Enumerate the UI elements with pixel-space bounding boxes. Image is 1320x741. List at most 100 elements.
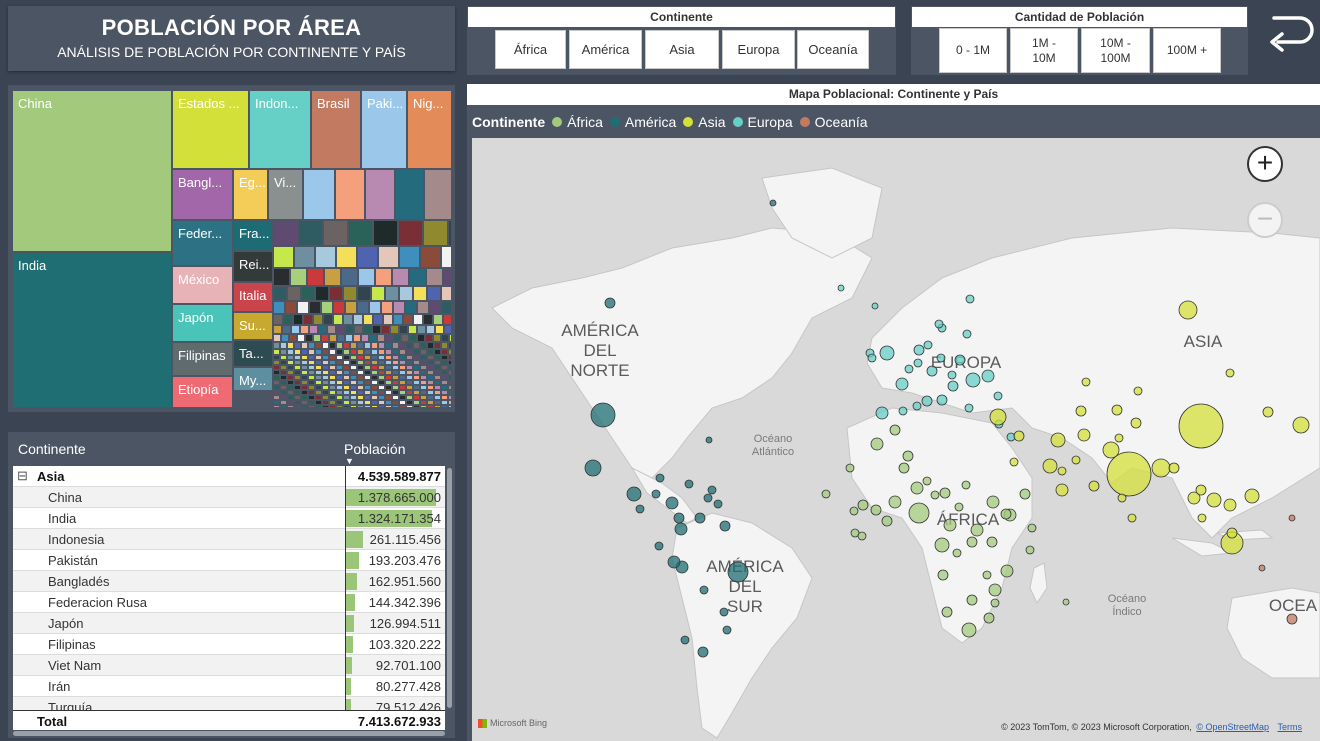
population-bubble[interactable] <box>635 504 645 514</box>
treemap-cell-small[interactable] <box>371 342 378 349</box>
treemap-cell-small[interactable] <box>393 314 403 325</box>
treemap-cell-small[interactable] <box>341 268 358 286</box>
treemap-cell-small[interactable] <box>293 314 303 325</box>
treemap-cell-small[interactable] <box>385 342 392 349</box>
horizontal-scrollbar[interactable] <box>13 731 445 736</box>
treemap-cell-small[interactable] <box>309 301 321 314</box>
treemap-cell-small[interactable] <box>336 246 357 268</box>
treemap-cell-small[interactable] <box>409 334 417 342</box>
treemap-cell-small[interactable] <box>273 314 283 325</box>
population-bubble[interactable] <box>707 485 717 495</box>
treemap-cell-small[interactable] <box>426 268 443 286</box>
population-bubble[interactable] <box>857 531 867 541</box>
population-bubble[interactable] <box>1178 300 1198 320</box>
treemap-cell-small[interactable] <box>301 286 315 301</box>
population-bubble[interactable] <box>590 402 616 428</box>
treemap-cell-small[interactable] <box>322 342 329 349</box>
population-bubble[interactable] <box>654 541 664 551</box>
population-bubble[interactable] <box>970 523 984 537</box>
population-bubble[interactable] <box>964 403 974 413</box>
treemap-cell-small[interactable] <box>315 405 322 408</box>
population-bubble[interactable] <box>673 512 685 524</box>
treemap-cell-small[interactable] <box>308 405 315 408</box>
collapse-icon[interactable]: ⊟ <box>17 468 28 484</box>
population-bubble[interactable] <box>913 344 925 356</box>
treemap-cell-small[interactable] <box>273 246 294 268</box>
treemap-cell-small[interactable] <box>420 342 427 349</box>
population-bubble[interactable] <box>1077 428 1091 442</box>
population-bubble[interactable] <box>674 522 688 536</box>
population-bubble[interactable] <box>1013 430 1025 442</box>
treemap-cell-small[interactable] <box>375 268 392 286</box>
population-bubble[interactable] <box>910 481 924 495</box>
treemap-cell-small[interactable] <box>399 405 406 408</box>
population-bubble[interactable] <box>898 462 910 474</box>
population-bubble[interactable] <box>1088 480 1100 492</box>
treemap-cell-small[interactable] <box>441 301 452 314</box>
treemap-cell-small[interactable] <box>441 286 452 301</box>
population-bubble[interactable] <box>954 354 966 366</box>
population-bubble[interactable] <box>902 450 914 462</box>
population-bubble[interactable] <box>1262 406 1274 418</box>
treemap-cell-small[interactable] <box>443 268 452 286</box>
treemap-cell-small[interactable] <box>285 301 297 314</box>
population-bubble[interactable] <box>961 480 971 490</box>
treemap-cell-small[interactable] <box>298 220 323 246</box>
treemap-cell-small[interactable] <box>336 342 343 349</box>
population-bubble[interactable] <box>939 487 951 499</box>
slicer-option-africa[interactable]: África <box>495 30 566 69</box>
treemap-cell-india[interactable]: India <box>12 252 172 408</box>
treemap-cell-small[interactable] <box>363 325 372 334</box>
treemap-cell-small[interactable] <box>297 334 305 342</box>
treemap-cell-small[interactable] <box>441 342 448 349</box>
population-bubble[interactable] <box>888 495 902 509</box>
population-bubble[interactable] <box>926 365 938 377</box>
treemap-cell-small[interactable] <box>357 342 364 349</box>
treemap-cell-small[interactable] <box>280 342 287 349</box>
treemap-cell-japon[interactable]: Japón <box>172 304 233 342</box>
table-row[interactable]: Turquía 79.512.426 <box>13 697 445 710</box>
population-bubble[interactable] <box>1292 416 1310 434</box>
population-bubble[interactable] <box>867 353 877 363</box>
population-bubble[interactable] <box>665 496 679 510</box>
population-bubble[interactable] <box>965 372 981 388</box>
population-bubble[interactable] <box>1009 457 1019 467</box>
population-bubble[interactable] <box>947 380 959 392</box>
population-bubble[interactable] <box>936 353 946 363</box>
treemap-cell-brasil[interactable]: Brasil <box>311 90 361 169</box>
population-bubble[interactable] <box>870 504 882 516</box>
treemap-cell-small[interactable] <box>392 405 399 408</box>
table-group-row[interactable]: ⊟ Asia 4.539.589.877 <box>13 466 445 487</box>
treemap-cell-small[interactable] <box>273 220 298 246</box>
treemap-cell-small[interactable] <box>381 301 393 314</box>
sort-desc-icon[interactable]: ▼ <box>345 456 354 466</box>
population-bubble[interactable] <box>1286 613 1298 625</box>
openstreetmap-link[interactable]: © OpenStreetMap <box>1196 722 1269 732</box>
treemap-cell-small[interactable] <box>329 405 336 408</box>
treemap-cell-small[interactable] <box>321 301 333 314</box>
population-bubble[interactable] <box>655 473 665 483</box>
treemap-cell-small[interactable] <box>357 405 364 408</box>
slicer-option-1m-10m[interactable]: 1M - 10M <box>1010 28 1078 73</box>
treemap-cell-small[interactable] <box>373 220 398 246</box>
treemap-cell-small[interactable] <box>290 268 307 286</box>
treemap-cell-filipinas[interactable]: Filipinas <box>172 342 233 376</box>
treemap-cell-small[interactable] <box>423 314 433 325</box>
population-bubble[interactable] <box>952 548 962 558</box>
population-bubble[interactable] <box>1223 498 1237 512</box>
treemap-cell-small[interactable] <box>273 325 282 334</box>
treemap-cell-small[interactable] <box>273 286 287 301</box>
treemap-cell-etiopia[interactable]: Etiopía <box>172 376 233 408</box>
treemap-cell-banglades[interactable]: Bangl... <box>172 169 233 220</box>
population-bubble[interactable] <box>1050 432 1066 448</box>
treemap-cell-small[interactable] <box>321 334 329 342</box>
population-bubble[interactable] <box>1114 433 1124 443</box>
population-bubble[interactable] <box>703 493 713 503</box>
treemap-cell-small[interactable] <box>417 334 425 342</box>
population-bubble[interactable] <box>1178 403 1224 449</box>
slicer-option-0-1m[interactable]: 0 - 1M <box>939 28 1007 73</box>
treemap-cell-small[interactable] <box>363 314 373 325</box>
population-bubble[interactable] <box>1055 483 1069 497</box>
treemap-cell-small[interactable] <box>324 268 341 286</box>
treemap-cell-tanzania[interactable]: Ta... <box>233 340 273 367</box>
